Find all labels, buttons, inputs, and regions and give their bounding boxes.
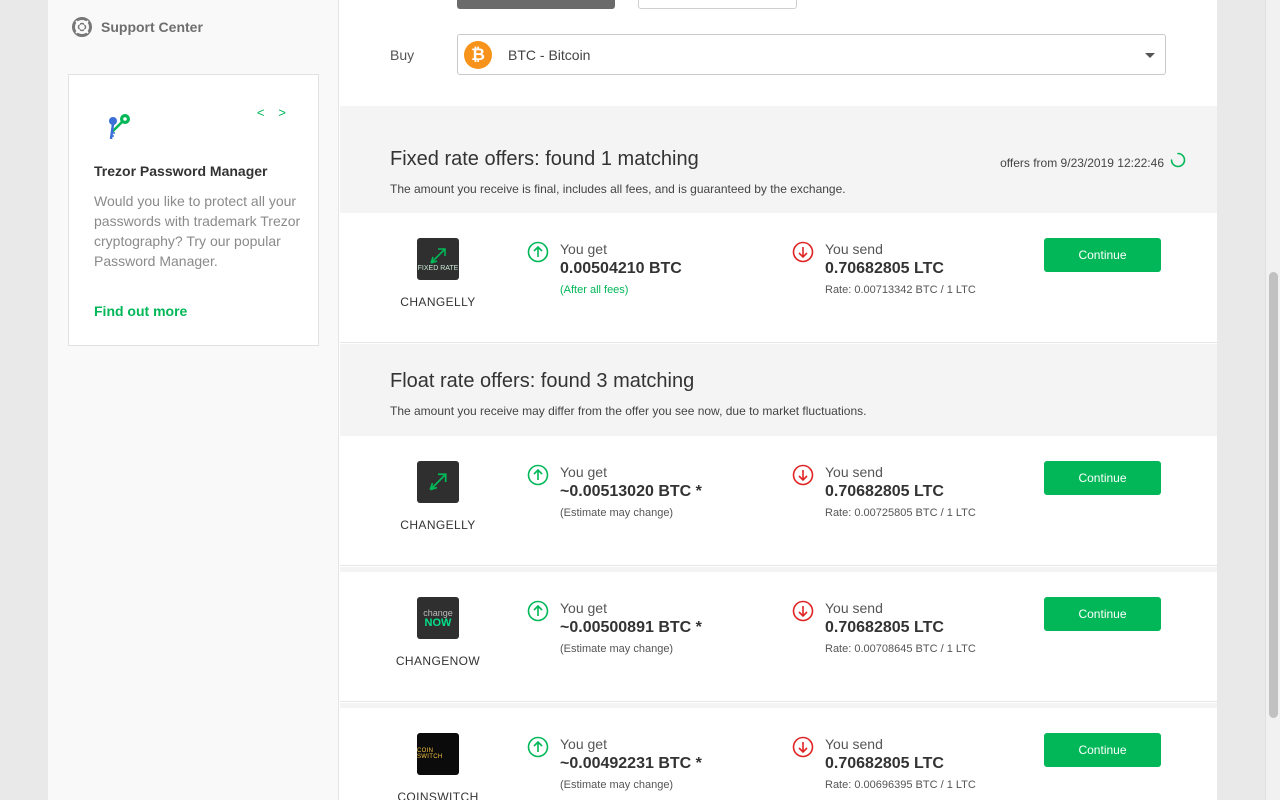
sidebar: Support Center < > Trezor Password Manag…: [48, 0, 339, 800]
offer-row: FIXED RATE CHANGELLY You get 0.00504210 …: [340, 213, 1217, 343]
scrollbar-thumb[interactable]: [1269, 272, 1278, 718]
float-rate-subtitle: The amount you receive may differ from t…: [390, 404, 867, 418]
you-send-label: You send: [825, 464, 883, 480]
you-get-note: (Estimate may change): [560, 779, 674, 791]
bitcoin-icon: ₿: [464, 41, 492, 69]
refresh-spinner-icon: [1170, 152, 1186, 168]
you-send-amount: 0.70682805 LTC: [825, 260, 944, 277]
changenow-logo: change NOW: [417, 597, 459, 639]
logo-fixed-rate-label: FIXED RATE: [417, 264, 459, 272]
arrow-up-icon: [527, 600, 549, 622]
arrow-up-icon: [527, 241, 549, 263]
exchange-name: CHANGENOW: [395, 654, 481, 668]
support-center-link[interactable]: Support Center: [72, 17, 203, 37]
page-scrollbar[interactable]: [1265, 0, 1280, 800]
arrow-up-icon: [527, 464, 549, 486]
changenow-logo-top: change: [423, 607, 453, 618]
exchange-name: CHANGELLY: [400, 518, 476, 532]
promo-next-button[interactable]: >: [278, 105, 286, 120]
fixed-rate-title: Fixed rate offers: found 1 matching: [390, 148, 699, 170]
support-center-label: Support Center: [101, 19, 203, 35]
app-page: Support Center < > Trezor Password Manag…: [48, 0, 1217, 800]
changenow-logo-bottom: NOW: [424, 616, 452, 629]
promo-card: < > Trezor Password Manager Would you li…: [68, 74, 319, 346]
continue-button[interactable]: Continue: [1044, 597, 1161, 631]
coinswitch-logo-text: COIN SWITCH: [417, 748, 443, 760]
you-get-amount: ~0.00513020 BTC *: [560, 483, 702, 500]
buy-coin-select[interactable]: ₿ BTC - Bitcoin: [457, 34, 1166, 75]
rocket-icon: [429, 473, 447, 491]
continue-button[interactable]: Continue: [1044, 461, 1161, 495]
changelly-logo: FIXED RATE: [417, 238, 459, 280]
you-get-note: (After all fees): [560, 284, 629, 296]
arrow-down-icon: [792, 241, 814, 263]
chevron-down-icon: [1145, 53, 1155, 58]
you-get-note: (Estimate may change): [560, 507, 674, 519]
offer-row: CHANGELLY You get ~0.00513020 BTC * (Est…: [340, 436, 1217, 566]
keys-icon: [109, 114, 130, 140]
find-out-more-link[interactable]: Find out more: [94, 303, 187, 319]
you-send-label: You send: [825, 241, 883, 257]
float-rate-title: Float rate offers: found 3 matching: [390, 370, 695, 392]
fixed-rate-subtitle: The amount you receive is final, include…: [390, 182, 846, 196]
arrow-down-icon: [792, 736, 814, 758]
arrow-down-icon: [792, 464, 814, 486]
you-get-amount: 0.00504210 BTC: [560, 260, 682, 277]
top-tab-button-active[interactable]: [457, 0, 615, 9]
you-get-label: You get: [560, 241, 607, 257]
float-rate-header: Float rate offers: found 3 matching The …: [340, 344, 1217, 436]
you-send-label: You send: [825, 736, 883, 752]
you-send-amount: 0.70682805 LTC: [825, 483, 944, 500]
exchange-rate: Rate: 0.00696395 BTC / 1 LTC: [825, 779, 976, 791]
buy-coin-value: BTC - Bitcoin: [508, 47, 591, 63]
lifebuoy-icon: [72, 17, 92, 37]
changelly-logo: [417, 461, 459, 503]
you-send-label: You send: [825, 600, 883, 616]
top-tab-button[interactable]: [638, 0, 797, 9]
continue-button[interactable]: Continue: [1044, 733, 1161, 767]
you-get-label: You get: [560, 600, 607, 616]
you-get-amount: ~0.00492231 BTC *: [560, 755, 702, 772]
offers-timestamp: offers from 9/23/2019 12:22:46: [1000, 156, 1164, 170]
arrow-up-icon: [527, 736, 549, 758]
exchange-name: COINSWITCH: [397, 790, 479, 800]
you-get-amount: ~0.00500891 BTC *: [560, 619, 702, 636]
promo-text: Would you like to protect all your passw…: [94, 193, 301, 269]
buy-label: Buy: [390, 47, 415, 63]
you-get-label: You get: [560, 464, 607, 480]
continue-button[interactable]: Continue: [1044, 238, 1161, 272]
offer-row: change NOW CHANGENOW You get ~0.00500891…: [340, 567, 1217, 702]
exchange-rate: Rate: 0.00708645 BTC / 1 LTC: [825, 643, 976, 655]
you-get-note: (Estimate may change): [560, 643, 674, 655]
exchange-rate: Rate: 0.00725805 BTC / 1 LTC: [825, 507, 976, 519]
coinswitch-logo: COIN SWITCH: [417, 733, 459, 775]
you-get-label: You get: [560, 736, 607, 752]
arrow-down-icon: [792, 600, 814, 622]
offer-row: COIN SWITCH COINSWITCH You get ~0.004922…: [340, 703, 1217, 800]
you-send-amount: 0.70682805 LTC: [825, 619, 944, 636]
rocket-icon: [430, 247, 446, 264]
exchange-name: CHANGELLY: [400, 295, 476, 309]
exchange-main: Buy ₿ BTC - Bitcoin Fixed rate offers: f…: [340, 0, 1217, 800]
fixed-rate-header: Fixed rate offers: found 1 matching The …: [340, 106, 1217, 213]
promo-nav: < >: [257, 105, 286, 120]
you-send-amount: 0.70682805 LTC: [825, 755, 944, 772]
exchange-rate: Rate: 0.00713342 BTC / 1 LTC: [825, 284, 976, 296]
promo-title: Trezor Password Manager: [94, 163, 268, 179]
promo-prev-button[interactable]: <: [257, 105, 265, 120]
